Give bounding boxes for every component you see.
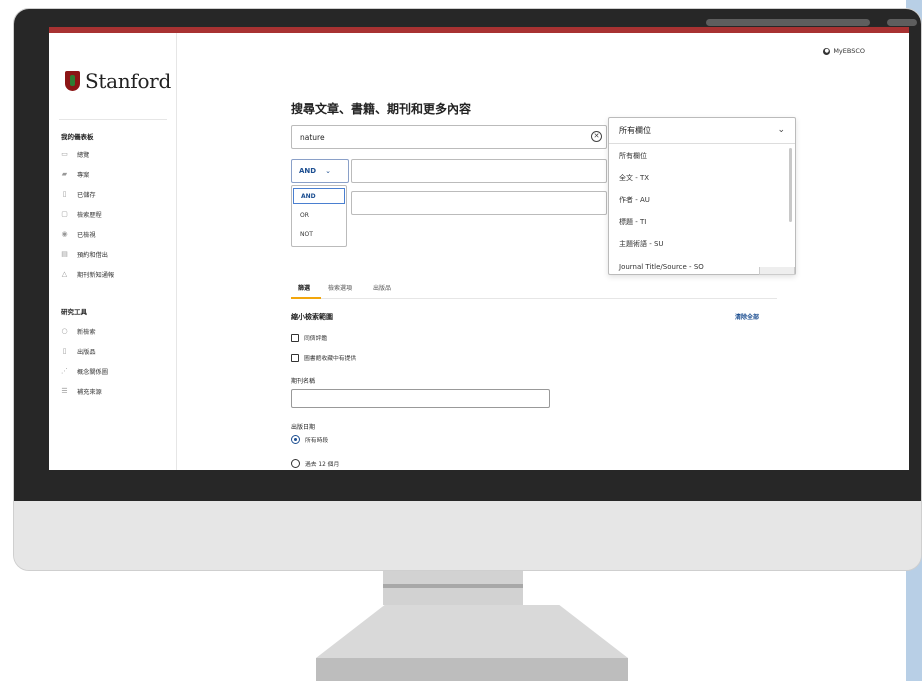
dropdown-scrollbar[interactable] bbox=[789, 148, 792, 222]
date-option-label: 過去 12 個月 bbox=[305, 462, 340, 468]
field-selected-value: 所有欄位 bbox=[619, 126, 651, 135]
stanford-logo[interactable]: Stanford bbox=[65, 69, 171, 93]
sidebar-item-label: 專案 bbox=[77, 172, 90, 179]
search-input[interactable]: nature bbox=[291, 125, 607, 149]
date-option-label: 所有時段 bbox=[305, 438, 329, 444]
library-holdings-label: 圖書館收藏中有提供 bbox=[304, 356, 357, 362]
chevron-down-icon: ⌄ bbox=[325, 167, 331, 175]
pub-date-label: 出版日期 bbox=[291, 424, 316, 431]
operator-option-not[interactable]: NOT bbox=[293, 226, 345, 242]
page-title: 搜尋文章、書籍、期刊和更多內容 bbox=[291, 102, 472, 116]
book-icon: ▤ bbox=[61, 250, 68, 258]
logo-text: Stanford bbox=[85, 69, 171, 93]
journal-name-input[interactable] bbox=[291, 389, 550, 408]
operator-value: AND bbox=[299, 167, 317, 175]
sidebar-item-search-history[interactable]: ▢ 檢索歷程 bbox=[61, 210, 102, 220]
radio-button[interactable] bbox=[291, 435, 300, 444]
sidebar-item-label: 總覽 bbox=[77, 152, 90, 159]
monitor-stand-neck bbox=[383, 571, 523, 605]
sidebar-item-label: 期刊新知通報 bbox=[77, 272, 115, 279]
concept-map-icon: ⋰ bbox=[61, 367, 68, 375]
monitor-stand-foot bbox=[316, 658, 628, 681]
field-option[interactable]: 標題 - TI bbox=[619, 217, 646, 227]
field-option[interactable]: Journal Title/Source - SO bbox=[619, 263, 704, 271]
checkbox[interactable] bbox=[291, 353, 299, 362]
sidebar-item-publications[interactable]: ▯ 出版品 bbox=[61, 347, 96, 357]
sidebar-item-overview[interactable]: ▭ 總覽 bbox=[61, 150, 90, 160]
sidebar-item-label: 出版品 bbox=[77, 349, 96, 356]
filter-tabs: 篩選 檢索選項 出版品 bbox=[291, 283, 777, 299]
search-field-dropdown: 所有欄位 ⌄ 所有欄位 全文 - TX 作者 - AU 標題 - TI 主題術語… bbox=[608, 117, 796, 275]
sidebar-item-sources[interactable]: ☰ 補充來源 bbox=[61, 387, 102, 397]
sidebar-item-label: 檢索歷程 bbox=[77, 212, 102, 219]
stage: Stanford 我的儀表板 ▭ 總覽 ▰ 專案 ▯ 已儲存 ▢ 檢索歷程 ◉ bbox=[0, 0, 922, 681]
sidebar-item-new-search[interactable]: ○ 新檢索 bbox=[61, 327, 96, 337]
search-icon: ○ bbox=[61, 327, 68, 335]
sources-icon: ☰ bbox=[61, 387, 68, 395]
sidebar-item-viewed[interactable]: ◉ 已檢視 bbox=[61, 230, 96, 240]
sidebar: Stanford 我的儀表板 ▭ 總覽 ▰ 專案 ▯ 已儲存 ▢ 檢索歷程 ◉ bbox=[49, 33, 177, 470]
field-option[interactable]: 全文 - TX bbox=[619, 173, 649, 183]
library-holdings-filter[interactable]: 圖書館收藏中有提供 bbox=[291, 353, 356, 362]
search-row-2-input[interactable] bbox=[351, 159, 607, 183]
myebsco-label: MyEBSCO bbox=[833, 47, 865, 55]
sidebar-item-label: 已儲存 bbox=[77, 192, 96, 199]
document-icon: ▯ bbox=[62, 347, 67, 355]
tools-heading: 研究工具 bbox=[61, 308, 87, 316]
radio-button[interactable] bbox=[291, 459, 300, 468]
bookmark-icon: ▯ bbox=[62, 190, 67, 198]
monitor-stand-band bbox=[383, 584, 523, 588]
sidebar-item-label: 補充來源 bbox=[77, 389, 102, 396]
camera-dot bbox=[887, 19, 917, 26]
camera-bar bbox=[706, 19, 870, 26]
tab-filters[interactable]: 篩選 bbox=[298, 283, 310, 292]
sidebar-item-projects[interactable]: ▰ 專案 bbox=[61, 170, 90, 180]
bell-icon: △ bbox=[61, 270, 68, 278]
monitor-chin bbox=[14, 501, 921, 570]
operator-option-and[interactable]: AND bbox=[293, 188, 345, 204]
sidebar-item-concept-map[interactable]: ⋰ 概念關係圖 bbox=[61, 367, 108, 377]
sidebar-item-journal-alerts[interactable]: △ 期刊新知通報 bbox=[61, 270, 115, 280]
screen: Stanford 我的儀表板 ▭ 總覽 ▰ 專案 ▯ 已儲存 ▢ 檢索歷程 ◉ bbox=[49, 27, 909, 470]
sidebar-item-label: 預約和借出 bbox=[77, 252, 108, 259]
sidebar-item-label: 概念關係圖 bbox=[77, 369, 108, 376]
field-option[interactable]: 所有欄位 bbox=[619, 151, 647, 161]
field-option[interactable]: 作者 - AU bbox=[619, 195, 650, 205]
date-option-12-months[interactable]: 過去 12 個月 bbox=[291, 459, 339, 468]
date-option-all[interactable]: 所有時段 bbox=[291, 435, 328, 444]
tab-search-options[interactable]: 檢索選項 bbox=[328, 283, 352, 292]
chevron-down-icon: ⌄ bbox=[777, 125, 785, 135]
eye-icon: ◉ bbox=[61, 230, 68, 238]
boolean-operator-select[interactable]: AND ⌄ bbox=[291, 159, 349, 183]
clear-all-link[interactable]: 清除全部 bbox=[735, 312, 759, 321]
sidebar-item-label: 已檢視 bbox=[77, 232, 96, 239]
sidebar-item-label: 新檢索 bbox=[77, 329, 96, 336]
search-field-select[interactable]: 所有欄位 ⌄ bbox=[609, 118, 795, 144]
operator-menu: AND OR NOT bbox=[291, 185, 347, 247]
search-row-3-input[interactable] bbox=[351, 191, 607, 215]
active-tab-indicator bbox=[291, 297, 321, 299]
overview-icon: ▭ bbox=[61, 150, 68, 158]
sidebar-item-saved[interactable]: ▯ 已儲存 bbox=[61, 190, 96, 200]
peer-reviewed-filter[interactable]: 同儕評鑑 bbox=[291, 333, 327, 342]
operator-option-or[interactable]: OR bbox=[293, 207, 345, 223]
checkbox[interactable] bbox=[291, 333, 299, 342]
search-button-edge bbox=[759, 267, 795, 275]
dashboard-heading: 我的儀表板 bbox=[61, 133, 94, 141]
myebsco-link[interactable]: ● MyEBSCO bbox=[823, 47, 865, 55]
field-option[interactable]: 主題術語 - SU bbox=[619, 239, 664, 249]
peer-reviewed-label: 同儕評鑑 bbox=[304, 336, 328, 342]
stanford-tree-icon bbox=[65, 71, 80, 91]
main-content: ● MyEBSCO 搜尋文章、書籍、期刊和更多內容 nature ✕ AND ⌄… bbox=[177, 33, 909, 470]
clear-search-icon[interactable]: ✕ bbox=[591, 131, 602, 142]
monitor-stand-base bbox=[316, 605, 628, 658]
divider bbox=[59, 119, 167, 120]
history-icon: ▢ bbox=[61, 210, 68, 218]
tab-publications[interactable]: 出版品 bbox=[373, 283, 391, 292]
folder-icon: ▰ bbox=[61, 170, 68, 178]
journal-name-label: 期刊名稱 bbox=[291, 378, 316, 385]
narrow-results-title: 縮小檢索範圍 bbox=[291, 313, 333, 321]
sidebar-item-holds-loans[interactable]: ▤ 預約和借出 bbox=[61, 250, 108, 260]
user-icon: ● bbox=[823, 47, 831, 55]
